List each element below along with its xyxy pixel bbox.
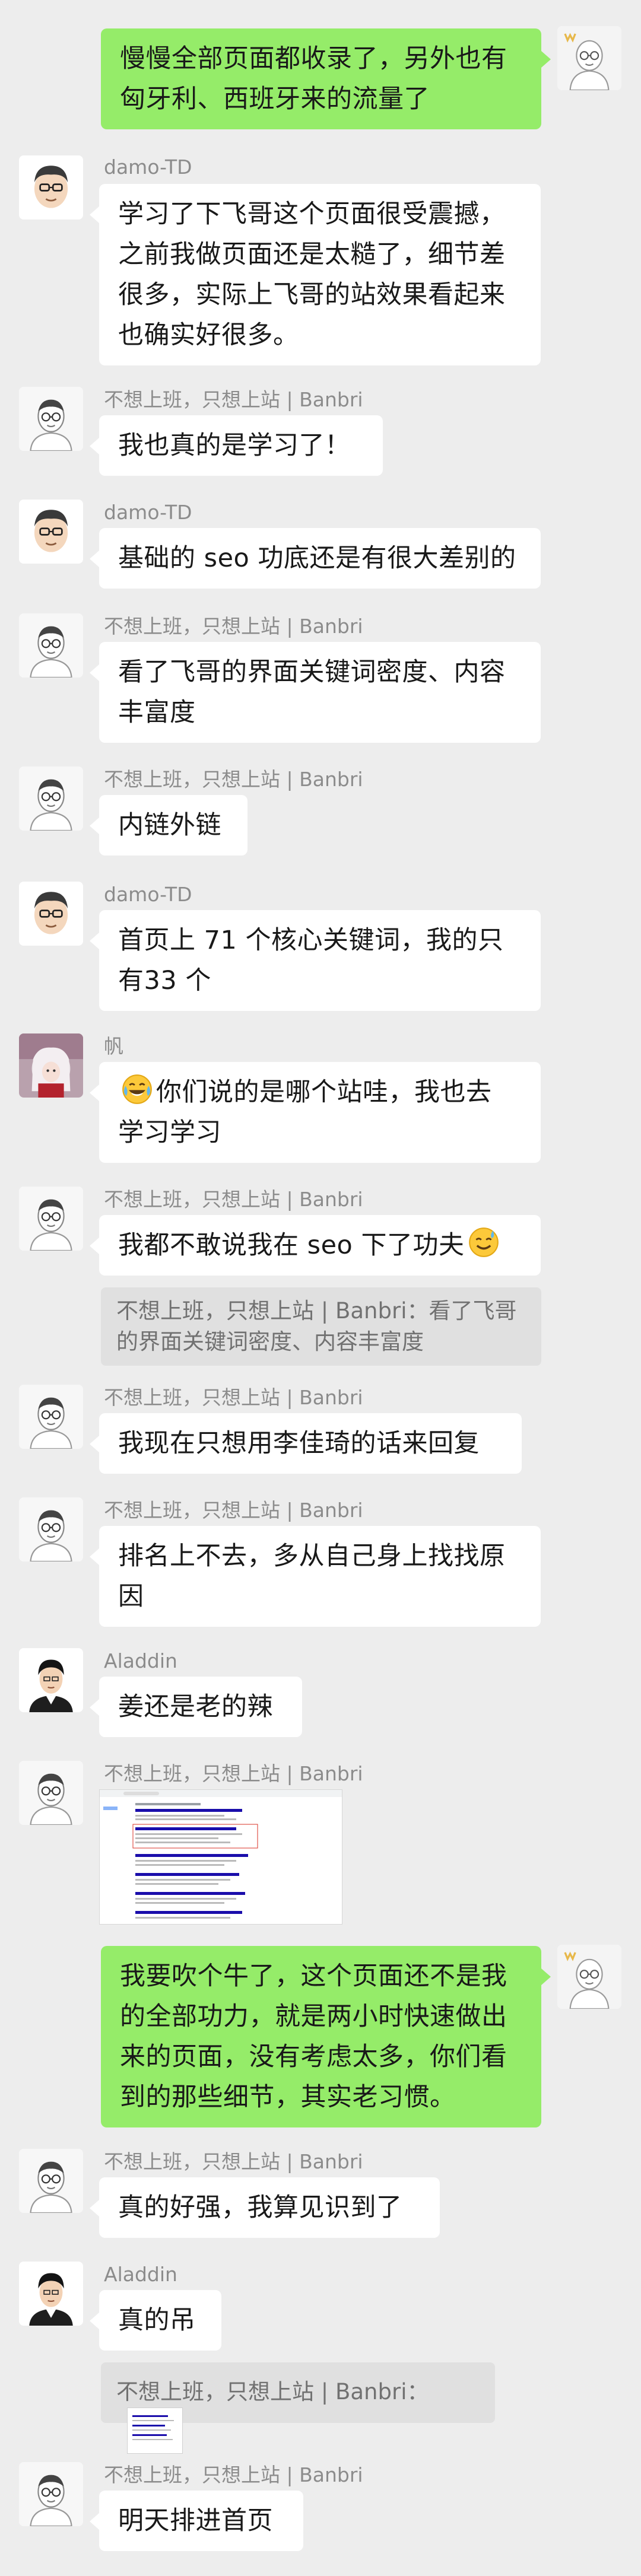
message-bubble-incoming[interactable]: 排名上不去，多从自己身上找找原 因 [90,1526,541,1627]
avatar-fan[interactable] [19,1033,83,1098]
message-line: 到的那些细节，其实老习惯。 [120,2082,456,2112]
avatar-aladdin[interactable] [19,2262,83,2326]
message-line: 姜还是老的辣 [118,1692,273,1722]
message-bubble-incoming[interactable]: 学习了下飞哥这个页面很受震撼， 之前我做页面还是太糙了，细节差 很多，实际上飞哥… [90,184,541,365]
quoted-message[interactable]: 不想上班，只想上站 | Banbri：看了飞哥 的界面关键词密度、内容丰富度 [101,1287,541,1366]
quoted-message[interactable]: 不想上班，只想上站 | Banbri： [101,2362,495,2454]
message-bubble-incoming[interactable]: 首页上 71 个核心关键词，我的只 有33 个 [90,910,541,1011]
sweat-smile-emoji [468,1227,499,1257]
avatar-banbri[interactable] [19,1187,83,1251]
avatar-aladdin[interactable] [19,1648,83,1712]
avatar-banbri[interactable] [19,1497,83,1561]
sender-name: 不想上班，只想上站 | Banbri [104,615,363,638]
message-text: 你们说的是哪个站哇，我也去 [156,1077,492,1107]
message-bubble-outgoing[interactable]: 我要吹个牛了，这个页面还不是我 的全部功力，就是两小时快速做出 来的页面，没有考… [101,1946,551,2127]
message-line: 也确实好很多。 [118,320,299,350]
sender-name: 不想上班，只想上站 | Banbri [104,1386,363,1409]
sender-name: damo-TD [104,501,192,524]
message-line: 的全部功力，就是两小时快速做出 [120,2002,507,2031]
message-line: 真的好强，我算见识到了 [118,2193,402,2222]
quote-line: 不想上班，只想上站 | Banbri： [116,2379,429,2405]
message-line: 我要吹个牛了，这个页面还不是我 [120,1961,507,1991]
sender-name: 帆 [104,1035,123,1058]
message-line: 我都不敢说我在 seo 下了功夫 [118,1225,522,1265]
message-line: 明天排进首页 [118,2506,273,2536]
message-line: 内链外链 [118,810,221,840]
message-line: 基础的 seo 功底还是有很大差别的 [118,543,516,573]
quote-line: 的界面关键词密度、内容丰富度 [116,1329,424,1354]
message-bubble-incoming[interactable]: 姜还是老的辣 [90,1677,302,1737]
avatar-banbri[interactable] [19,613,83,678]
message-bubble-outgoing[interactable]: 慢慢全部页面都收录了，另外也有 匈牙利、西班牙来的流量了 [101,28,551,129]
message-line: 丰富度 [118,698,196,727]
message-line: 排名上不去，多从自己身上找找原 [118,1541,506,1571]
sender-name: 不想上班，只想上站 | Banbri [104,2463,363,2486]
message-line: 来的页面，没有考虑太多，你们看 [120,2042,507,2072]
avatar-banbri[interactable] [19,767,83,831]
sender-name: damo-TD [104,883,192,906]
sender-name: 不想上班，只想上站 | Banbri [104,1188,363,1211]
sender-name: 不想上班，只想上站 | Banbri [104,768,363,791]
message-line: 真的吊 [118,2305,196,2335]
avatar-banbri[interactable] [19,2149,83,2213]
sender-name: Aladdin [104,1649,177,1672]
message-line: 慢慢全部页面都收录了，另外也有 [120,44,507,74]
avatar-damo-td[interactable] [19,882,83,946]
sender-name: damo-TD [104,155,192,179]
message-line: 因 [118,1582,144,1611]
sender-name: 不想上班，只想上站 | Banbri [104,388,363,411]
message-line: 学习学习 [118,1118,221,1147]
message-bubble-incoming[interactable]: 你们说的是哪个站哇，我也去 学习学习 [90,1062,541,1163]
screenshot-thumbnail-graphic [100,1790,342,1924]
sender-name: 不想上班，只想上站 | Banbri [104,2150,363,2173]
sender-name: Aladdin [104,2263,177,2286]
quote-line: 不想上班，只想上站 | Banbri：看了飞哥 [116,1298,517,1324]
message-line: 我也真的是学习了！ [118,431,351,460]
avatar-banbri[interactable] [19,387,83,451]
message-line: 你们说的是哪个站哇，我也去 [118,1072,522,1112]
avatar-banbri[interactable] [19,2462,83,2526]
message-bubble-incoming[interactable]: 明天排进首页 [90,2491,303,2551]
message-line: 首页上 71 个核心关键词，我的只 [118,926,504,955]
quoted-image-thumbnail [127,2408,183,2454]
avatar-damo-td[interactable] [19,155,83,220]
message-text: 我都不敢说我在 seo 下了功夫 [118,1230,465,1260]
message-bubble-incoming[interactable]: 真的吊 [90,2290,221,2351]
message-bubble-incoming[interactable]: 我都不敢说我在 seo 下了功夫 [90,1215,541,1276]
my-avatar[interactable] [557,1945,621,2009]
message-line: 有33 个 [118,966,211,996]
message-bubble-incoming[interactable]: 看了飞哥的界面关键词密度、内容 丰富度 [90,642,541,743]
message-bubble-incoming[interactable]: 我现在只想用李佳琦的话来回复 [90,1413,522,1474]
message-line: 我现在只想用李佳琦的话来回复 [118,1429,480,1458]
message-line: 很多，实际上飞哥的站效果看起来 [118,280,506,310]
my-avatar[interactable] [557,26,621,90]
avatar-banbri[interactable] [19,1761,83,1825]
avatar-damo-td[interactable] [19,500,83,564]
message-line: 匈牙利、西班牙来的流量了 [120,84,430,114]
message-bubble-incoming[interactable]: 内链外链 [90,795,247,856]
message-line: 看了飞哥的界面关键词密度、内容 [118,657,506,687]
sender-name: 不想上班，只想上站 | Banbri [104,1762,363,1785]
laughing-tears-emoji [122,1074,152,1104]
avatar-banbri[interactable] [19,1385,83,1449]
message-bubble-incoming[interactable]: 基础的 seo 功底还是有很大差别的 [90,528,541,589]
search-results-screenshot-image[interactable] [99,1789,342,1925]
sender-name: 不想上班，只想上站 | Banbri [104,1499,363,1522]
message-bubble-incoming[interactable]: 我也真的是学习了！ [90,415,383,476]
message-line: 之前我做页面还是太糙了，细节差 [118,240,506,269]
message-bubble-incoming[interactable]: 真的好强，我算见识到了 [90,2177,440,2238]
message-line: 学习了下飞哥这个页面很受震撼， [118,199,506,229]
